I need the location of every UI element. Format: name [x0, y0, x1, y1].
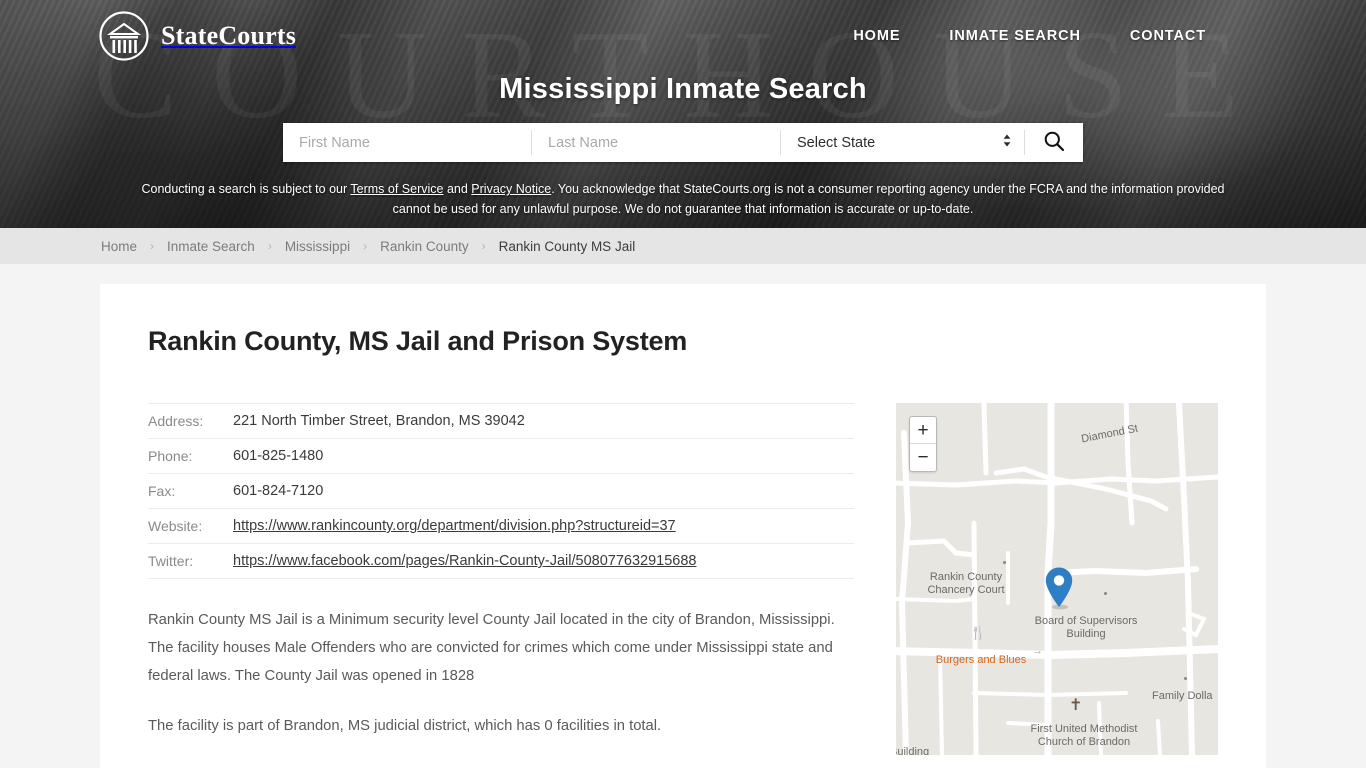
- disclaimer-text-1: Conducting a search is subject to our: [141, 182, 351, 196]
- state-select-wrapper: Select State: [781, 123, 1024, 162]
- map-poi-label-board-building: Building: [1066, 628, 1106, 640]
- page-title: Rankin County, MS Jail and Prison System: [148, 326, 688, 356]
- courthouse-circle-icon: [98, 10, 150, 62]
- breadcrumb-separator: ›: [481, 239, 486, 253]
- search-submit-button[interactable]: [1025, 123, 1083, 162]
- facility-description-paragraph-1: Rankin County MS Jail is a Minimum secur…: [148, 612, 835, 684]
- table-row: Website: https://www.rankincounty.org/de…: [148, 509, 854, 544]
- info-label-fax: Fax:: [148, 483, 176, 499]
- facility-info-table: Address: 221 North Timber Street, Brando…: [148, 403, 854, 579]
- map-poi-label-first-united-methodist: First United Methodist: [1030, 723, 1138, 735]
- map-poi-label-rankin-county: Rankin County: [929, 571, 1003, 583]
- breadcrumb-separator: ›: [267, 239, 272, 253]
- restaurant-icon: 🍴: [970, 625, 987, 640]
- map-zoom-in-button[interactable]: +: [910, 417, 936, 444]
- info-value-address: 221 North Timber Street, Brandon, MS 390…: [233, 413, 525, 429]
- map-poi-dot: [1104, 592, 1107, 595]
- info-value-phone: 601-825-1480: [233, 448, 324, 464]
- nav-contact[interactable]: CONTACT: [1130, 28, 1206, 44]
- disclaimer-text-2: and: [443, 182, 472, 196]
- info-label-address: Address:: [148, 413, 204, 429]
- map-column: + − 🍴 ✝ → Diamond St Rankin County Chanc…: [896, 403, 1218, 755]
- facility-content-card: Rankin County, MS Jail and Prison System…: [100, 284, 1266, 768]
- info-label-phone: Phone:: [148, 448, 193, 464]
- terms-of-service-link[interactable]: Terms of Service: [350, 182, 443, 196]
- map-zoom-controls: + −: [909, 416, 937, 472]
- map-poi-label-burgers-and-blues: Burgers and Blues: [935, 654, 1027, 666]
- location-pin-icon[interactable]: [1043, 566, 1075, 610]
- map-poi-dot: [1184, 677, 1187, 680]
- map-poi-dot: [1003, 561, 1006, 564]
- first-name-input[interactable]: [283, 123, 531, 162]
- page-hero-title: Mississippi Inmate Search: [499, 73, 867, 105]
- map-poi-label-family-dollar: Family Dolla: [1152, 690, 1213, 702]
- last-name-input[interactable]: [532, 123, 780, 162]
- state-select[interactable]: Select State: [781, 123, 1024, 162]
- table-row: Address: 221 North Timber Street, Brando…: [148, 403, 854, 439]
- info-label-website: Website:: [148, 518, 203, 534]
- facility-details-column: Address: 221 North Timber Street, Brando…: [148, 403, 854, 755]
- church-icon: ✝: [1069, 697, 1083, 714]
- main-navigation: HOME INMATE SEARCH CONTACT: [853, 28, 1206, 44]
- facility-location-map[interactable]: + − 🍴 ✝ → Diamond St Rankin County Chanc…: [896, 403, 1218, 755]
- map-poi-label-building: Building: [896, 746, 930, 755]
- map-poi-label-chancery-court: Chancery Court: [927, 584, 1005, 596]
- top-bar: StateCourts HOME INMATE SEARCH CONTACT: [0, 0, 1366, 62]
- breadcrumb-item-mississippi[interactable]: Mississippi: [285, 239, 350, 254]
- info-value-fax: 601-824-7120: [233, 483, 324, 499]
- nav-inmate-search[interactable]: INMATE SEARCH: [949, 28, 1080, 44]
- info-value-website: https://www.rankincounty.org/department/…: [233, 509, 854, 544]
- inmate-search-form: Select State: [283, 123, 1083, 162]
- info-label-twitter: Twitter:: [148, 553, 194, 569]
- map-poi-label-church-of-brandon: Church of Brandon: [1037, 736, 1131, 748]
- search-disclaimer: Conducting a search is subject to our Te…: [128, 179, 1238, 219]
- table-row: Phone: 601-825-1480: [148, 439, 854, 474]
- nav-home[interactable]: HOME: [853, 28, 900, 44]
- brand-logo-link[interactable]: StateCourts: [98, 10, 296, 62]
- breadcrumb-bar: Home › Inmate Search › Mississippi › Ran…: [0, 228, 1366, 264]
- info-value-twitter: https://www.facebook.com/pages/Rankin-Co…: [233, 544, 854, 579]
- breadcrumb-item-inmate-search[interactable]: Inmate Search: [167, 239, 255, 254]
- privacy-notice-link[interactable]: Privacy Notice: [471, 182, 551, 196]
- site-header: COURTHOUSE StateCourts: [0, 0, 1366, 228]
- page-content-area: Rankin County, MS Jail and Prison System…: [0, 264, 1366, 768]
- map-poi-label-board-of-supervisors: Board of Supervisors: [1034, 615, 1138, 627]
- table-row: Twitter: https://www.facebook.com/pages/…: [148, 544, 854, 579]
- table-row: Fax: 601-824-7120: [148, 474, 854, 509]
- website-link[interactable]: https://www.rankincounty.org/department/…: [233, 518, 676, 534]
- breadcrumb-item-current: Rankin County MS Jail: [498, 238, 636, 254]
- search-icon: [1043, 130, 1065, 155]
- breadcrumb-separator: ›: [363, 239, 368, 253]
- breadcrumb-item-home[interactable]: Home: [101, 239, 137, 254]
- breadcrumb: Home › Inmate Search › Mississippi › Ran…: [101, 239, 635, 254]
- breadcrumb-separator: ›: [150, 239, 155, 253]
- card-body: Address: 221 North Timber Street, Brando…: [148, 403, 1218, 755]
- brand-name: StateCourts: [161, 20, 297, 50]
- map-zoom-out-button[interactable]: −: [910, 444, 936, 471]
- breadcrumb-item-rankin-county[interactable]: Rankin County: [380, 239, 469, 254]
- facility-description-paragraph-2: The facility is part of Brandon, MS judi…: [148, 718, 662, 734]
- twitter-link[interactable]: https://www.facebook.com/pages/Rankin-Co…: [233, 553, 696, 569]
